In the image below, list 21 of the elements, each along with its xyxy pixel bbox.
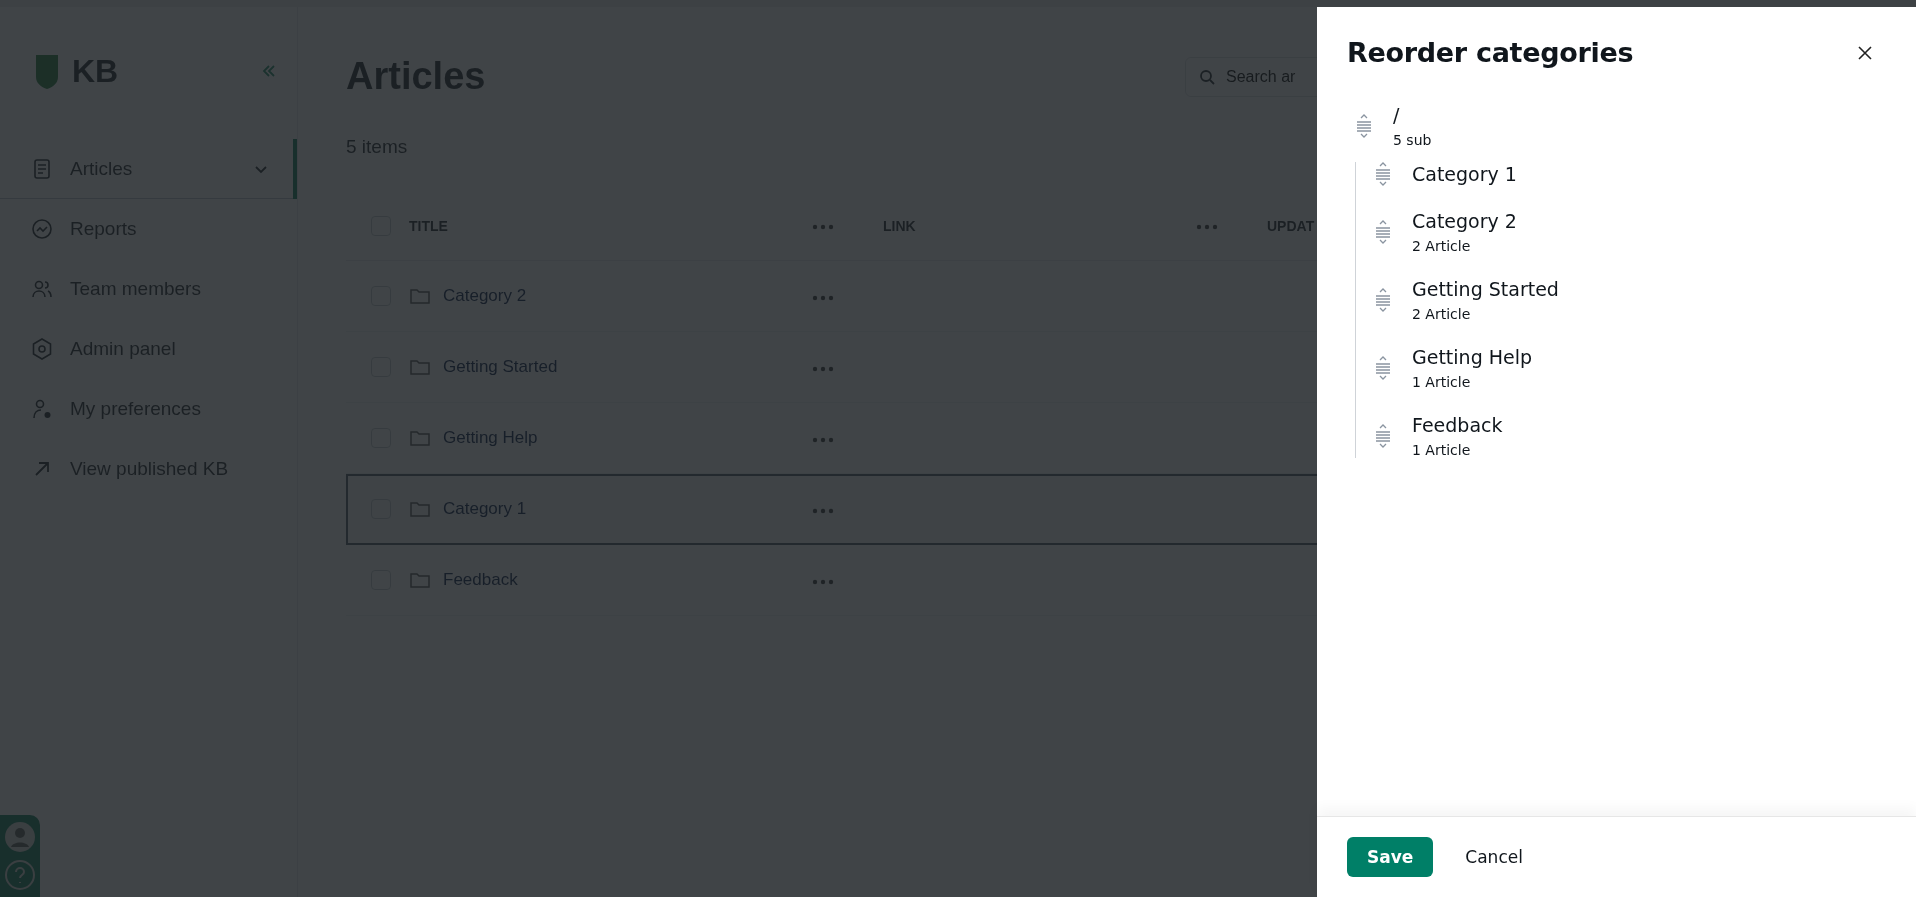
- category-count: 5 sub: [1393, 132, 1432, 148]
- drawer-title: Reorder categories: [1347, 37, 1634, 68]
- close-icon: [1858, 45, 1872, 60]
- category-count: 2 Article: [1412, 238, 1472, 254]
- category-count: 1 Article: [1412, 374, 1472, 390]
- category-name: Getting Started: [1412, 278, 1559, 300]
- drag-handle-icon[interactable]: [1374, 220, 1392, 244]
- category-name: Category 2: [1412, 210, 1517, 232]
- drag-handle-icon[interactable]: [1374, 356, 1392, 380]
- drag-handle-icon[interactable]: [1374, 288, 1392, 312]
- category-name: Feedback: [1412, 414, 1503, 436]
- drag-handle-icon[interactable]: [1374, 424, 1392, 448]
- drag-handle-icon[interactable]: [1374, 162, 1392, 186]
- drag-handle-icon[interactable]: [1355, 114, 1373, 138]
- category-name: Category 1: [1412, 163, 1517, 185]
- category-count: 2 Article: [1412, 306, 1472, 322]
- category-name: Getting Help: [1412, 346, 1533, 368]
- category-name: /: [1393, 104, 1401, 126]
- save-button[interactable]: Save: [1347, 837, 1434, 877]
- cancel-button[interactable]: Cancel: [1445, 837, 1543, 877]
- category-count: 1 Article: [1412, 442, 1472, 458]
